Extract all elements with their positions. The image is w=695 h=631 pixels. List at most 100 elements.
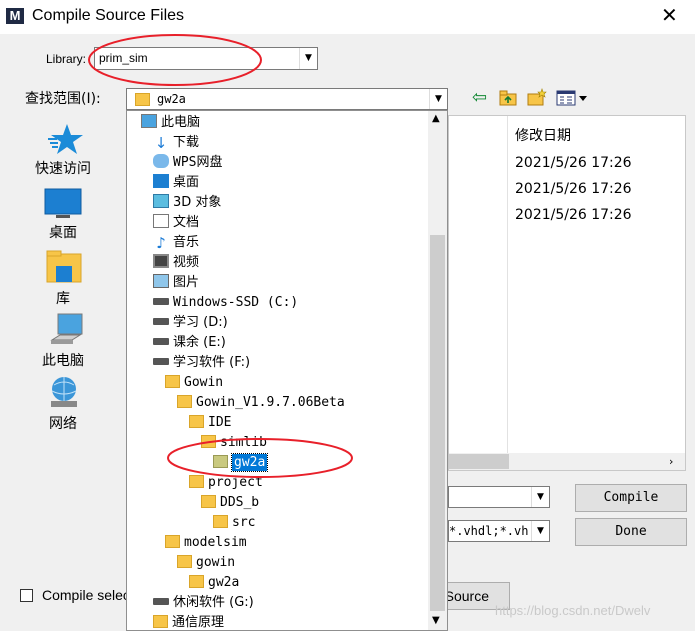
dropdown-item[interactable]: gw2a [213, 453, 269, 473]
window-title: Compile Source Files [32, 7, 185, 24]
dropdown-item-label: simlib [220, 435, 267, 450]
filetype-value: *.vhdl;*.vh [449, 524, 529, 538]
drive-icon [153, 335, 173, 350]
app-logo-icon: M [6, 8, 24, 24]
dropdown-item[interactable]: modelsim [165, 533, 247, 553]
folder-icon [135, 93, 150, 106]
lookin-dropdown-list[interactable]: 此电脑 ↓ 下载 WPS网盘桌面 3D 对象文档 ♪ 音乐 视频图片 Windows-SSD (… [126, 110, 448, 631]
library-select[interactable]: prim_sim ▼ [94, 47, 318, 70]
dropdown-item[interactable]: 图片 [153, 273, 199, 293]
dropdown-item-label: IDE [208, 415, 232, 430]
place-desktop[interactable]: 桌面 [23, 222, 103, 242]
download-icon: ↓ [154, 134, 168, 152]
dropdown-item-label: 学习 (D:) [173, 315, 228, 330]
folder-icon [189, 575, 208, 590]
dropdown-item-label: gw2a [230, 453, 269, 472]
close-icon[interactable]: ✕ [661, 3, 678, 27]
computer-icon [141, 114, 161, 130]
watermark: https://blog.csdn.net/Dwelv [495, 603, 651, 618]
chevron-up-icon[interactable]: ▲ [432, 113, 440, 124]
file-date: 2021/5/26 17:26 [515, 181, 632, 197]
vertical-scrollbar[interactable]: ▲ ▼ [428, 111, 447, 630]
dropdown-item-label: 文档 [173, 215, 200, 230]
file-date: 2021/5/26 17:26 [515, 155, 632, 171]
column-divider [507, 116, 508, 454]
network-icon [47, 375, 81, 409]
drive-icon [153, 295, 173, 310]
chevron-right-icon[interactable]: › [669, 453, 673, 470]
dropdown-item-label: Windows-SSD (C:) [173, 295, 299, 310]
dropdown-item[interactable]: project [189, 473, 263, 493]
horizontal-scrollbar[interactable]: › [449, 453, 685, 470]
dropdown-item-label: 此电脑 [161, 115, 201, 130]
dropdown-item[interactable]: gw2a [189, 573, 239, 593]
chevron-down-icon[interactable]: ▼ [299, 48, 317, 69]
dropdown-item-label: 图片 [173, 275, 200, 290]
library-icon [46, 250, 82, 284]
folder-icon [177, 395, 196, 410]
folder-icon [201, 435, 220, 450]
dropdown-item[interactable]: gowin [177, 553, 235, 573]
place-network[interactable]: 网络 [23, 413, 103, 433]
dropdown-item[interactable]: ↓ 下载 [153, 133, 199, 153]
scrollbar-thumb[interactable] [430, 235, 445, 611]
library-label: Library: [46, 52, 87, 66]
dropdown-item[interactable]: 视频 [153, 253, 199, 273]
dropdown-item-label: 下载 [173, 135, 200, 150]
file-list[interactable]: 修改日期 2021/5/26 17:26 2021/5/26 17:26 202… [448, 115, 686, 471]
dropdown-item[interactable]: ♪ 音乐 [153, 233, 199, 253]
dropdown-item[interactable]: Gowin [165, 373, 223, 393]
dropdown-item[interactable]: src [213, 513, 255, 533]
dropdown-item-label: 桌面 [173, 175, 200, 190]
dropdown-item[interactable]: simlib [201, 433, 267, 453]
monitor-icon [44, 188, 82, 220]
dropdown-item[interactable]: 休闲软件 (G:) [153, 593, 254, 613]
place-this-pc[interactable]: 此电脑 [23, 350, 103, 370]
compile-button[interactable]: Compile [575, 484, 687, 512]
dropdown-item[interactable]: 桌面 [153, 173, 199, 193]
scrollbar-thumb[interactable] [449, 454, 509, 469]
new-folder-icon[interactable] [527, 88, 547, 106]
place-quick-access[interactable]: 快速访问 [23, 158, 103, 178]
filename-input[interactable]: ▼ [448, 486, 550, 508]
folder-icon [165, 535, 184, 550]
dropdown-item[interactable]: Windows-SSD (C:) [153, 293, 298, 313]
dropdown-item[interactable]: DDS_b [201, 493, 259, 513]
dropdown-item[interactable]: 通信原理 [153, 613, 225, 630]
dropdown-item[interactable]: Gowin_V1.9.7.06Beta [177, 393, 345, 413]
folder-icon [189, 415, 208, 430]
chevron-down-icon[interactable]: ▼ [531, 521, 549, 541]
folder-open-icon [213, 455, 232, 470]
column-header-modified[interactable]: 修改日期 [515, 125, 571, 145]
up-folder-icon[interactable] [499, 90, 517, 106]
drive-icon [153, 315, 173, 330]
compile-selected-checkbox[interactable] [20, 589, 33, 602]
dropdown-item[interactable]: 学习 (D:) [153, 313, 228, 333]
desktop-icon [153, 174, 173, 190]
folder-icon [189, 475, 208, 490]
dropdown-item-label: Gowin_V1.9.7.06Beta [196, 395, 345, 410]
chevron-down-icon[interactable]: ▼ [531, 487, 549, 507]
music-icon: ♪ [156, 234, 166, 252]
place-libraries[interactable]: 库 [23, 288, 103, 308]
folder-icon [177, 555, 196, 570]
dropdown-item[interactable]: 此电脑 [141, 113, 200, 133]
dropdown-item[interactable]: 文档 [153, 213, 199, 233]
dropdown-item-label: gw2a [208, 575, 240, 590]
back-arrow-icon[interactable]: ⇦ [472, 88, 490, 108]
library-value: prim_sim [99, 51, 148, 65]
lookin-label: 查找范围(I): [25, 91, 101, 107]
dropdown-item-label: 通信原理 [172, 615, 225, 630]
done-button[interactable]: Done [575, 518, 687, 546]
chevron-down-icon[interactable]: ▼ [429, 89, 447, 109]
lookin-select[interactable]: gw2a ▼ [126, 88, 448, 110]
dropdown-item[interactable]: 课余 (E:) [153, 333, 226, 353]
star-icon [46, 122, 84, 156]
chevron-down-icon[interactable]: ▼ [432, 615, 440, 626]
dropdown-item[interactable]: IDE [189, 413, 231, 433]
view-menu-icon[interactable] [556, 90, 590, 106]
dropdown-item[interactable]: 3D 对象 [153, 193, 221, 213]
filetype-select[interactable]: *.vhdl;*.vh ▼ [448, 520, 550, 542]
dropdown-item[interactable]: 学习软件 (F:) [153, 353, 250, 373]
dropdown-item[interactable]: WPS网盘 [153, 153, 222, 173]
